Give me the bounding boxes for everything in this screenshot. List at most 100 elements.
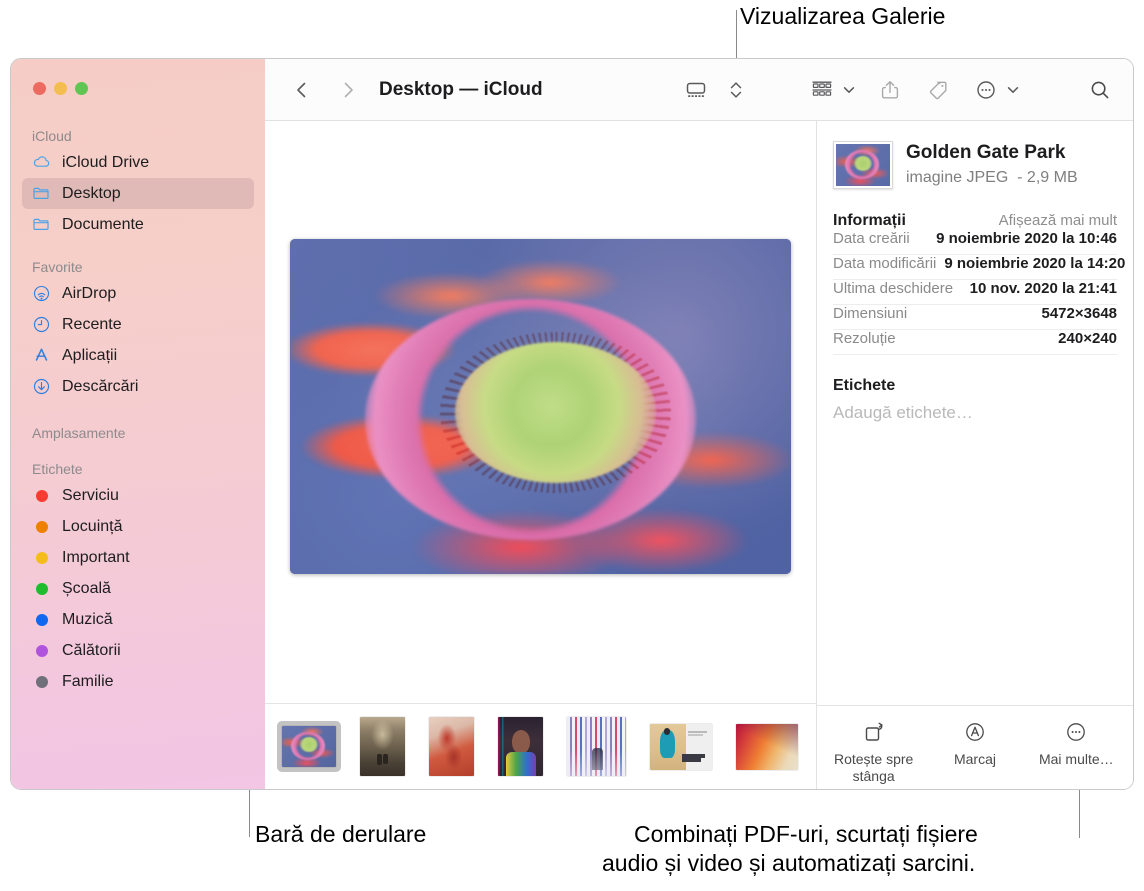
- thumbnail-stripes[interactable]: [567, 717, 626, 776]
- sidebar: iCloud iCloud Drive Desktop Documente Fa…: [11, 59, 265, 789]
- appstore-icon: [32, 346, 51, 365]
- list-item[interactable]: [645, 719, 717, 775]
- sidebar-item-desktop[interactable]: Desktop: [22, 178, 254, 209]
- up-down-chevron-icon[interactable]: [719, 75, 753, 105]
- search-icon[interactable]: [1083, 75, 1117, 105]
- cloud-icon: [32, 153, 51, 172]
- list-item[interactable]: [731, 719, 803, 775]
- main-pane: Desktop — iCloud Golden Gate Park imagin…: [265, 59, 1133, 789]
- thumbnail-red-hands[interactable]: [429, 717, 474, 776]
- sidebar-item-scoala[interactable]: Școală: [22, 573, 254, 604]
- zoom-button[interactable]: [75, 82, 88, 95]
- thumbnail-gradient-poster[interactable]: [736, 723, 798, 770]
- info-key: Data creării: [833, 230, 910, 247]
- thumbnail-golden-gate-park[interactable]: [282, 726, 336, 767]
- list-item[interactable]: [562, 712, 631, 781]
- sidebar-item-label: Descărcări: [62, 377, 139, 395]
- sidebar-item-label: Muzică: [62, 610, 113, 628]
- tag-dot-icon: [32, 548, 51, 567]
- sidebar-section-icloud: iCloud: [32, 128, 72, 144]
- sidebar-item-label: Școală: [62, 579, 111, 597]
- info-section-title: Informații: [833, 212, 906, 229]
- callout-quick-actions-line2: audio și video și automatizați sarcini.: [602, 850, 976, 876]
- content-row: Golden Gate Park imagine JPEG - 2,9 MB I…: [265, 121, 1133, 789]
- sidebar-item-icloud-drive[interactable]: iCloud Drive: [22, 147, 254, 178]
- sidebar-item-locuinta[interactable]: Locuință: [22, 511, 254, 542]
- tag-dot-icon: [32, 517, 51, 536]
- thumbnail-portrait-neon[interactable]: [498, 717, 543, 776]
- tag-dot-icon: [32, 610, 51, 629]
- sidebar-item-calatorii[interactable]: Călătorii: [22, 635, 254, 666]
- rotate-left-icon: [862, 720, 886, 744]
- thumbnail-strip[interactable]: [265, 703, 816, 789]
- group-by-icon[interactable]: [805, 75, 839, 105]
- sidebar-item-recente[interactable]: Recente: [22, 309, 254, 340]
- more-actions-button[interactable]: Mai multe…: [1027, 720, 1125, 768]
- clock-icon: [32, 315, 51, 334]
- info-key: Dimensiuni: [833, 305, 908, 322]
- preview-area: [265, 121, 816, 703]
- toolbar: Desktop — iCloud: [265, 59, 1133, 121]
- info-value: 240×240: [1058, 330, 1117, 347]
- table-row: Dimensiuni 5472×3648: [833, 305, 1117, 330]
- sidebar-item-label: Recente: [62, 315, 122, 333]
- forward-button[interactable]: [333, 75, 363, 105]
- sidebar-item-descarcari[interactable]: Descărcări: [22, 371, 254, 402]
- info-value: 9 noiembrie 2020 la 14:20: [944, 255, 1126, 272]
- file-name: Golden Gate Park: [906, 142, 1066, 163]
- window-controls[interactable]: [33, 82, 88, 95]
- back-button[interactable]: [287, 75, 317, 105]
- chevron-down-icon[interactable]: [839, 75, 859, 105]
- list-item[interactable]: [355, 712, 410, 781]
- sidebar-item-airdrop[interactable]: AirDrop: [22, 278, 254, 309]
- show-more-link[interactable]: Afișează mai mult: [999, 212, 1117, 229]
- table-row: Rezoluție 240×240: [833, 330, 1117, 355]
- sidebar-item-aplicatii[interactable]: Aplicații: [22, 340, 254, 371]
- close-button[interactable]: [33, 82, 46, 95]
- tag-dot-icon: [32, 672, 51, 691]
- sidebar-item-label: Serviciu: [62, 486, 119, 504]
- sidebar-item-label: iCloud Drive: [62, 153, 150, 171]
- list-item[interactable]: [424, 712, 479, 781]
- file-header: Golden Gate Park imagine JPEG - 2,9 MB: [833, 141, 1117, 189]
- sidebar-item-important[interactable]: Important: [22, 542, 254, 573]
- callout-gallery-view: Vizualizarea Galerie: [740, 3, 946, 29]
- sidebar-section-favorite: Favorite: [32, 259, 83, 275]
- add-tags-field[interactable]: Adaugă etichete…: [833, 403, 1117, 423]
- tag-dot-icon: [32, 579, 51, 598]
- hero-photo[interactable]: [290, 238, 791, 574]
- info-key: Data modificării: [833, 255, 937, 272]
- info-key: Rezoluție: [833, 330, 896, 347]
- sidebar-item-serviciu[interactable]: Serviciu: [22, 480, 254, 511]
- table-row: Ultima deschidere 10 nov. 2020 la 21:41: [833, 280, 1117, 305]
- list-item[interactable]: [277, 721, 341, 772]
- gallery-view-icon[interactable]: [679, 75, 713, 105]
- tag-dot-icon: [32, 641, 51, 660]
- more-circle-icon[interactable]: [969, 75, 1003, 105]
- chevron-down-icon[interactable]: [1003, 75, 1023, 105]
- sidebar-item-label: Important: [62, 548, 130, 566]
- thumbnail-louisa-farris[interactable]: [650, 723, 712, 770]
- list-item[interactable]: [493, 712, 548, 781]
- info-scroll: Golden Gate Park imagine JPEG - 2,9 MB I…: [817, 121, 1133, 705]
- callout-quick-actions-line1: Combinați PDF-uri, scurtați fișiere: [634, 821, 978, 847]
- file-preview-thumbnail: [833, 141, 893, 189]
- sidebar-item-label: Aplicații: [62, 346, 118, 364]
- sidebar-item-muzica[interactable]: Muzică: [22, 604, 254, 635]
- table-row: Data modificării 9 noiembrie 2020 la 14:…: [833, 255, 1125, 280]
- rotate-left-button[interactable]: Rotește spre stânga: [825, 720, 923, 785]
- info-key: Ultima deschidere: [833, 280, 954, 297]
- minimize-button[interactable]: [54, 82, 67, 95]
- sidebar-item-documente[interactable]: Documente: [22, 209, 254, 240]
- markup-button[interactable]: Marcaj: [926, 720, 1024, 768]
- tag-icon[interactable]: [921, 75, 955, 105]
- sidebar-item-label: AirDrop: [62, 284, 117, 302]
- path-title: Desktop — iCloud: [379, 78, 543, 100]
- info-panel: Golden Gate Park imagine JPEG - 2,9 MB I…: [817, 121, 1133, 789]
- sidebar-item-label: Locuință: [62, 517, 123, 535]
- thumbnail-forest-path[interactable]: [360, 717, 405, 776]
- callout-scrollbar: Bară de derulare: [255, 821, 427, 847]
- sidebar-item-familie[interactable]: Familie: [22, 666, 254, 697]
- folder-icon: [32, 215, 51, 234]
- share-icon[interactable]: [873, 75, 907, 105]
